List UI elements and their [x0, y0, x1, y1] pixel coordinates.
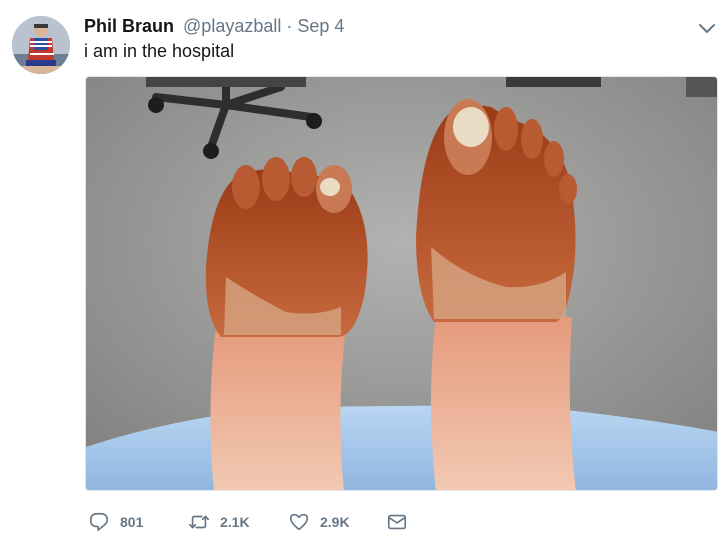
chevron-down-icon — [699, 24, 715, 33]
retweet-icon — [189, 515, 209, 529]
author-handle[interactable]: @playazball — [183, 16, 281, 36]
reply-button[interactable]: 801 — [88, 510, 143, 534]
avatar-image — [12, 16, 70, 74]
like-count: 2.9K — [320, 514, 350, 530]
author-name[interactable]: Phil Braun — [84, 16, 174, 36]
reply-count: 801 — [120, 514, 144, 530]
tweet-card[interactable]: Phil Braun @playazball · Sep 4 i am in t… — [0, 0, 728, 541]
direct-message-button[interactable] — [386, 510, 408, 534]
avatar[interactable] — [12, 16, 70, 74]
header-separator: · — [286, 16, 293, 36]
envelope-icon — [387, 514, 407, 530]
heart-icon — [289, 513, 309, 531]
media-image — [86, 77, 717, 490]
tweet-text: i am in the hospital — [84, 41, 235, 61]
tweet-media[interactable] — [85, 76, 718, 491]
tweet-header: Phil Braun @playazball · Sep 4 — [84, 15, 344, 37]
tweet-menu-button[interactable] — [696, 20, 718, 38]
like-button[interactable]: 2.9K — [288, 510, 350, 534]
tweet-date[interactable]: Sep 4 — [297, 16, 344, 36]
retweet-count: 2.1K — [220, 514, 250, 530]
reply-icon — [89, 512, 109, 532]
retweet-button[interactable]: 2.1K — [188, 510, 250, 534]
